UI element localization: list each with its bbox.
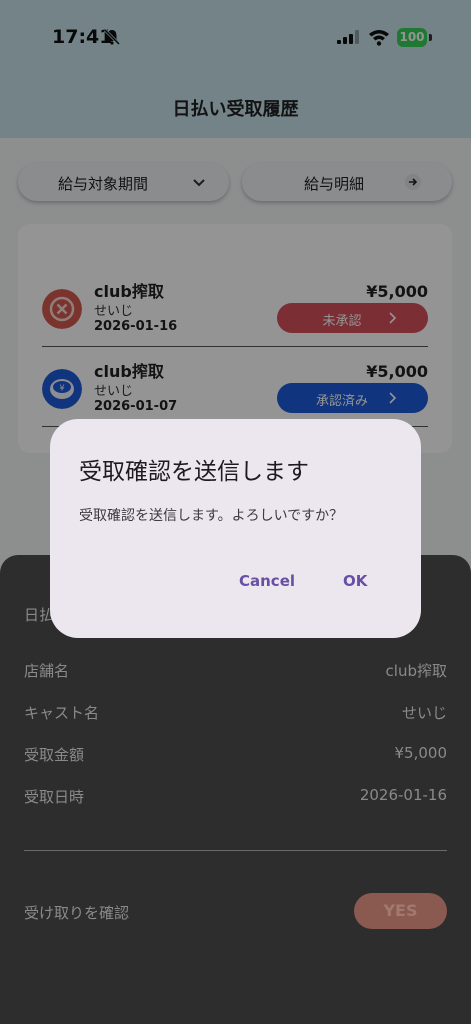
- detail-label: 受取金額: [24, 746, 85, 764]
- detail-label: キャスト名: [24, 704, 100, 722]
- detail-value: ¥5,000: [394, 744, 448, 762]
- yes-button[interactable]: YES: [354, 893, 447, 929]
- detail-row-amount: 受取金額 ¥5,000: [24, 744, 447, 768]
- confirm-dialog: 受取確認を送信します 受取確認を送信します。よろしいですか？ Cancel OK: [50, 419, 421, 638]
- dialog-title: 受取確認を送信します: [79, 459, 309, 485]
- dialog-message: 受取確認を送信します。よろしいですか？: [79, 508, 344, 524]
- detail-label: 受取日時: [24, 788, 85, 806]
- detail-row-store: 店舗名 club搾取: [24, 660, 447, 684]
- sheet-divider: [24, 850, 447, 851]
- detail-row-cast: キャスト名 せいじ: [24, 702, 447, 726]
- detail-value: club搾取: [385, 662, 447, 680]
- cancel-button[interactable]: Cancel: [239, 572, 295, 590]
- detail-value: 2026-01-16: [359, 786, 447, 804]
- detail-label: 店舗名: [24, 662, 70, 680]
- detail-value: せいじ: [401, 704, 447, 722]
- ok-button[interactable]: OK: [343, 572, 367, 590]
- detail-row-datetime: 受取日時 2026-01-16: [24, 786, 447, 810]
- confirm-receipt-label: 受け取りを確認: [24, 904, 130, 922]
